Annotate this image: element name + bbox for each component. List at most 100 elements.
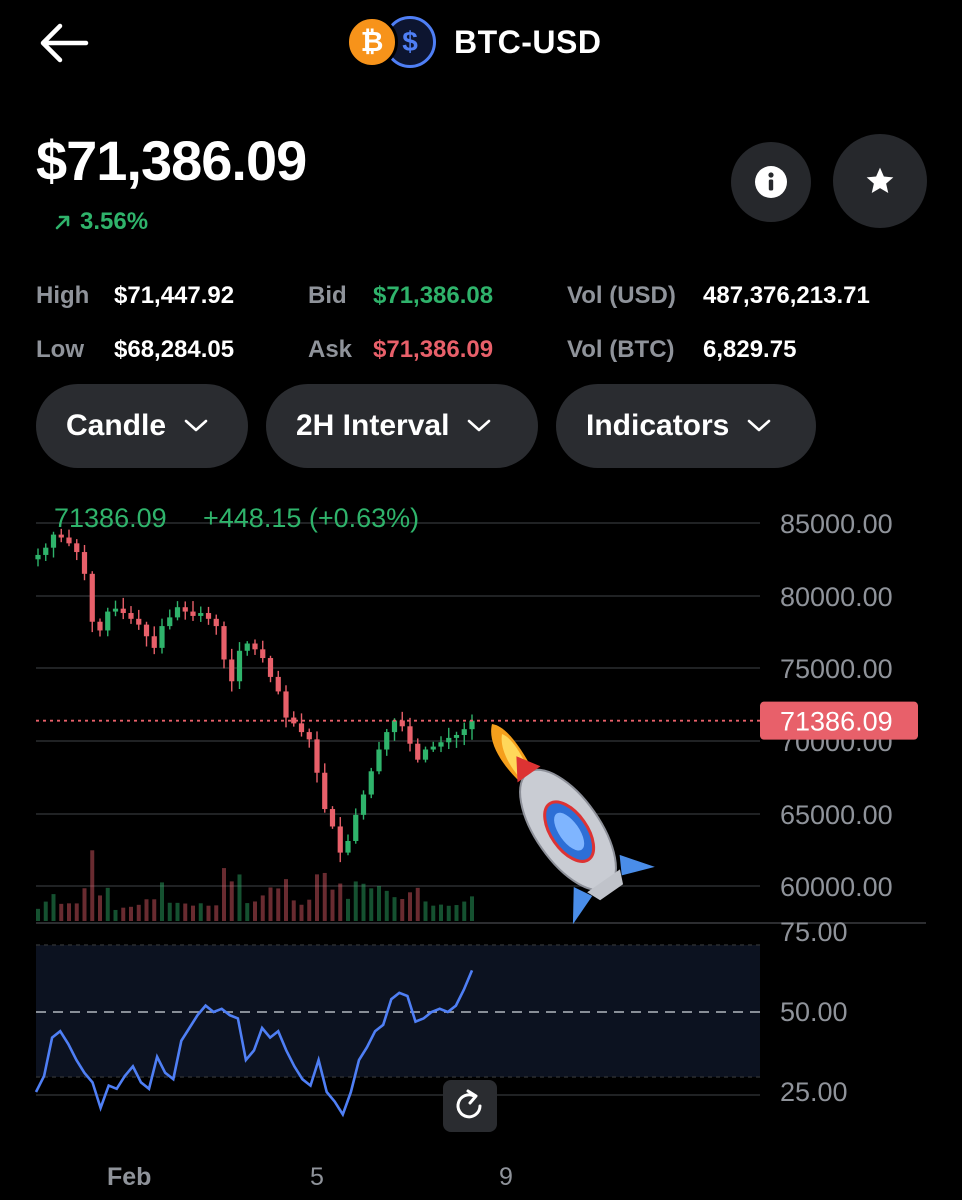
volume-bar xyxy=(361,883,366,921)
candle-body xyxy=(136,618,142,625)
interval-dropdown[interactable]: 2H Interval xyxy=(266,384,538,468)
chart-type-label: Candle xyxy=(66,409,167,442)
volume-bar xyxy=(307,899,312,921)
candle-body xyxy=(415,743,421,760)
chevron-down-icon xyxy=(468,419,491,432)
y-tick-label: 65000.00 xyxy=(780,800,893,830)
ask-value: $71,386.09 xyxy=(373,336,494,363)
candle-body xyxy=(143,624,150,637)
candle-body xyxy=(345,840,351,853)
volume-bar xyxy=(67,903,71,921)
volume-bar xyxy=(291,900,296,921)
candle-body xyxy=(306,732,312,740)
volume-bar xyxy=(98,895,102,921)
volume-bar xyxy=(136,904,141,921)
indicators-label: Indicators xyxy=(586,409,730,442)
candle-body xyxy=(182,607,188,612)
volume-bar xyxy=(284,879,288,921)
star-icon xyxy=(866,167,894,193)
volume-bar xyxy=(454,905,459,921)
reset-zoom-button[interactable] xyxy=(443,1080,497,1132)
volume-bar xyxy=(446,905,451,921)
candle-body xyxy=(89,573,95,622)
indicators-dropdown[interactable]: Indicators xyxy=(556,384,816,468)
vol-btc-value: 6,829.75 xyxy=(703,336,797,363)
candle-body xyxy=(260,649,266,659)
x-tick-label: Feb xyxy=(107,1163,151,1191)
candle-body xyxy=(244,643,250,651)
volume-bar xyxy=(400,899,405,921)
volume-bar xyxy=(206,905,211,921)
chart-change: +448.15 (+0.63%) xyxy=(203,503,419,533)
candlestick-chart[interactable]: 71386.09 +448.15 (+0.63%) 85000.00 80000… xyxy=(0,495,962,1200)
candle-body xyxy=(97,621,103,631)
volume-bar xyxy=(160,882,164,921)
vol-usd-label: Vol (USD) xyxy=(567,282,676,309)
volume-bar xyxy=(346,898,350,921)
volume-bar xyxy=(105,887,110,921)
candle-body xyxy=(353,814,359,841)
volume-bar xyxy=(384,890,389,921)
candle-body xyxy=(105,611,111,631)
volume-bar xyxy=(129,906,133,921)
candle-body xyxy=(43,547,49,555)
volume-bar xyxy=(183,903,188,921)
current-price-tag: 71386.09 xyxy=(760,701,918,740)
volume-bar xyxy=(36,908,40,921)
arrow-left-icon xyxy=(40,23,89,63)
ask-label: Ask xyxy=(308,336,353,363)
bitcoin-icon: ₿ xyxy=(346,16,398,68)
vol-btc-label: Vol (BTC) xyxy=(567,336,675,363)
candle-body xyxy=(430,746,436,750)
y-tick-label: 60000.00 xyxy=(780,872,893,902)
volume-bar xyxy=(214,905,219,921)
candle-body xyxy=(252,643,258,650)
candle-body xyxy=(35,554,41,560)
arrow-up-right-icon xyxy=(55,215,70,230)
volume-bar xyxy=(74,903,79,921)
volume-bar xyxy=(152,899,157,921)
candle-body xyxy=(376,749,382,772)
candle-body xyxy=(50,534,57,548)
candle-body xyxy=(58,534,64,538)
y-tick-label: 80000.00 xyxy=(780,582,893,612)
volume-bar xyxy=(369,888,374,921)
bid-value: $71,386.08 xyxy=(373,282,494,309)
volume-bar xyxy=(237,874,242,921)
volume-bar xyxy=(353,881,358,921)
volume-bar xyxy=(338,883,343,921)
candle-body xyxy=(461,729,467,735)
volume-bar xyxy=(229,881,234,921)
top-bar: ₿ $ BTC-USD xyxy=(0,0,962,90)
vol-usd-value: 487,376,213.71 xyxy=(703,282,870,309)
chart-type-dropdown[interactable]: Candle xyxy=(36,384,248,468)
volume-bar xyxy=(415,887,420,921)
info-button[interactable] xyxy=(731,142,811,222)
back-button[interactable] xyxy=(36,20,92,66)
candle-body xyxy=(190,611,196,616)
volume-bar xyxy=(113,909,118,921)
candle-body xyxy=(205,613,212,619)
candle-body xyxy=(368,771,374,795)
candle-body xyxy=(438,742,444,747)
candle-body xyxy=(469,720,475,730)
candle-body xyxy=(236,650,243,682)
candle-body xyxy=(112,608,119,612)
candle-body xyxy=(74,543,80,553)
candle-body xyxy=(120,608,126,614)
volume-bar xyxy=(222,868,226,921)
favorite-button[interactable] xyxy=(833,134,927,228)
rsi-tick-label: 50.00 xyxy=(780,997,848,1027)
volume-bar xyxy=(260,895,265,921)
price-chart-area[interactable]: 71386.09 +448.15 (+0.63%) 85000.00 80000… xyxy=(0,495,962,1200)
chevron-down-icon xyxy=(184,419,208,432)
candle-body xyxy=(360,794,367,815)
current-price-tag-label: 71386.09 xyxy=(780,707,893,737)
candle-body xyxy=(384,732,390,750)
volume-bar xyxy=(276,888,281,921)
candle-body xyxy=(283,691,289,718)
volume-bar xyxy=(144,899,149,921)
volume-bar xyxy=(408,892,412,921)
rsi-tick-label: 25.00 xyxy=(780,1077,848,1107)
candle-body xyxy=(422,749,429,760)
